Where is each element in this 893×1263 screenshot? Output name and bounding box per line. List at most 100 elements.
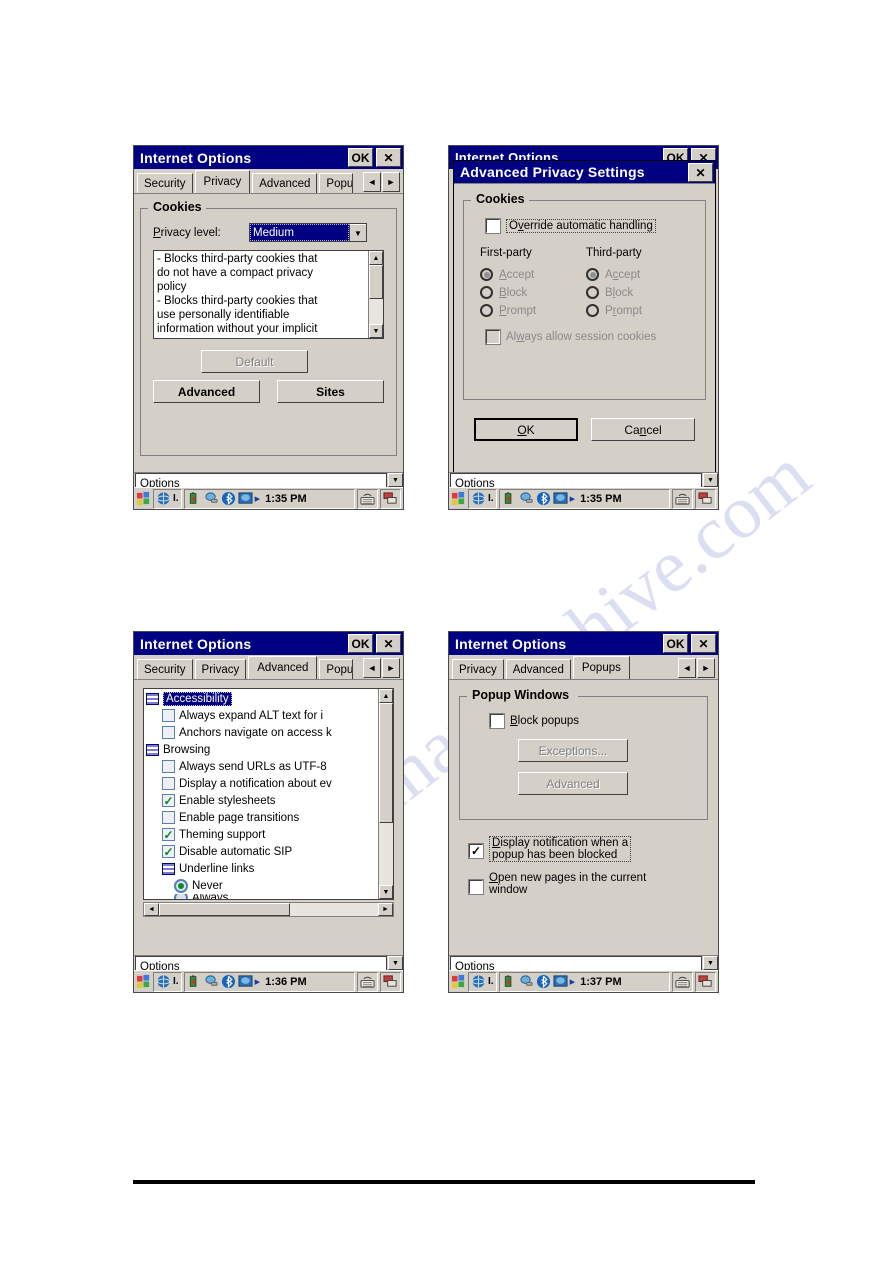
list-item[interactable]: Always [146,894,378,899]
ok-title-button[interactable]: OK [663,634,688,653]
sites-button[interactable]: Sites [277,380,384,403]
list-item[interactable]: ✓ Disable automatic SIP [146,843,378,860]
tab-privacy[interactable]: Privacy [194,170,251,193]
override-checkbox[interactable] [485,218,501,234]
tab-scroll-left-icon[interactable]: ◄ [678,658,696,678]
taskbar-connections-button[interactable] [380,971,401,992]
tab-popups[interactable]: Popu [319,659,354,679]
tab-popups[interactable]: Popups [572,656,630,679]
taskbar-ie-button[interactable]: I. [153,488,182,509]
radio-first-block[interactable] [480,286,493,299]
third-party-accept[interactable]: Accept [586,268,642,281]
close-icon[interactable]: ✕ [376,148,401,167]
list-item[interactable]: Always expand ALT text for i [146,707,378,724]
block-popups-checkbox[interactable] [489,713,505,729]
list-item[interactable]: ✓ Theming support [146,826,378,843]
hscroll-right-icon[interactable]: ► [378,903,393,916]
taskbar-sip-button[interactable] [672,971,693,992]
start-windows-flag-icon[interactable] [136,491,151,506]
tab-scroll-left-icon[interactable]: ◄ [363,658,381,678]
ok-button[interactable]: OK [474,418,578,441]
list-checkbox[interactable] [162,760,175,773]
list-item[interactable]: Enable page transitions [146,809,378,826]
tab-privacy[interactable]: Privacy [194,659,247,679]
scroll-track[interactable] [369,265,383,324]
privacy-level-combo[interactable]: Medium ▼ [249,223,367,242]
taskbar-connections-button[interactable] [380,488,401,509]
exceptions-button[interactable]: Exceptions... [518,739,628,762]
hscroll-track[interactable] [159,903,378,916]
open-new-pages-checkbox[interactable] [468,879,484,895]
options-bar-expand-icon[interactable]: ▼ [388,473,403,487]
network-icon[interactable] [204,491,219,506]
more-arrow-icon[interactable]: ▸ [570,492,576,505]
advanced-settings-list[interactable]: Accessibility Always expand ALT text for… [143,688,394,900]
bluetooth-icon[interactable] [221,491,236,506]
session-cookies-row[interactable]: Always allow session cookies [485,329,697,345]
list-item[interactable]: Browsing [146,741,378,758]
bluetooth-icon[interactable] [221,974,236,989]
battery-icon[interactable] [502,491,517,506]
radio-first-prompt[interactable] [480,304,493,317]
list-checkbox[interactable] [162,726,175,739]
first-party-prompt[interactable]: Prompt [480,304,586,317]
close-icon[interactable]: ✕ [691,634,716,653]
ok-title-button[interactable]: OK [348,634,373,653]
tab-security[interactable]: Security [137,173,193,193]
list-item[interactable]: ✓ Enable stylesheets [146,792,378,809]
display-notification-row[interactable]: ✓ Display notification when a popup has … [468,836,708,862]
options-bar-inner[interactable]: Options [450,473,702,487]
display-icon[interactable] [238,491,253,506]
taskbar-connections-button[interactable] [695,971,716,992]
list-checkbox[interactable]: ✓ [162,794,175,807]
battery-icon[interactable] [187,491,202,506]
open-new-pages-row[interactable]: Open new pages in the current window [468,872,708,896]
list-item[interactable]: Display a notification about ev [146,775,378,792]
more-arrow-icon[interactable]: ▸ [255,492,261,505]
taskbar-ie-button[interactable]: I. [468,488,497,509]
options-bar-expand-icon[interactable]: ▼ [703,473,718,487]
scroll-down-icon[interactable]: ▼ [379,885,393,899]
scroll-thumb[interactable] [379,703,393,823]
list-checkbox[interactable] [162,709,175,722]
radio-third-block[interactable] [586,286,599,299]
taskbar-sip-button[interactable] [672,488,693,509]
taskbar-ie-button[interactable]: I. [153,971,182,992]
list-item[interactable]: Anchors navigate on access k [146,724,378,741]
battery-icon[interactable] [502,974,517,989]
display-icon[interactable] [553,974,568,989]
network-icon[interactable] [519,974,534,989]
session-cookies-checkbox[interactable] [485,329,501,345]
hscroll-thumb[interactable] [159,903,291,916]
battery-icon[interactable] [187,974,202,989]
options-bar-expand-icon[interactable]: ▼ [388,956,403,970]
display-icon[interactable] [553,491,568,506]
list-checkbox[interactable]: ✓ [162,828,175,841]
scroll-thumb[interactable] [369,265,383,299]
options-bar-inner[interactable]: Options [450,956,702,970]
list-item[interactable]: Underline links [146,860,378,877]
advanced-list-scrollbar[interactable]: ▲ ▼ [378,689,393,899]
more-arrow-icon[interactable]: ▸ [570,975,576,988]
override-row[interactable]: Override automatic handling [485,218,697,234]
tab-scroll-left-icon[interactable]: ◄ [363,172,381,192]
tab-scroll-right-icon[interactable]: ► [697,658,715,678]
more-arrow-icon[interactable]: ▸ [255,975,261,988]
radio-third-prompt[interactable] [586,304,599,317]
start-windows-flag-icon[interactable] [136,974,151,989]
cancel-button[interactable]: Cancel [591,418,695,441]
display-icon[interactable] [238,974,253,989]
scroll-track[interactable] [379,703,393,885]
list-item[interactable]: Never [146,877,378,894]
taskbar-connections-button[interactable] [695,488,716,509]
advanced-button[interactable]: Advanced [153,380,260,403]
scroll-up-icon[interactable]: ▲ [379,689,393,703]
list-checkbox[interactable] [162,811,175,824]
popup-advanced-button[interactable]: Advanced [518,772,628,795]
taskbar-ie-button[interactable]: I. [468,971,497,992]
ok-title-button[interactable]: OK [348,148,373,167]
options-bar-expand-icon[interactable]: ▼ [703,956,718,970]
tab-scroll-right-icon[interactable]: ► [382,172,400,192]
default-button[interactable]: Default [201,350,308,373]
scroll-up-icon[interactable]: ▲ [369,251,383,265]
